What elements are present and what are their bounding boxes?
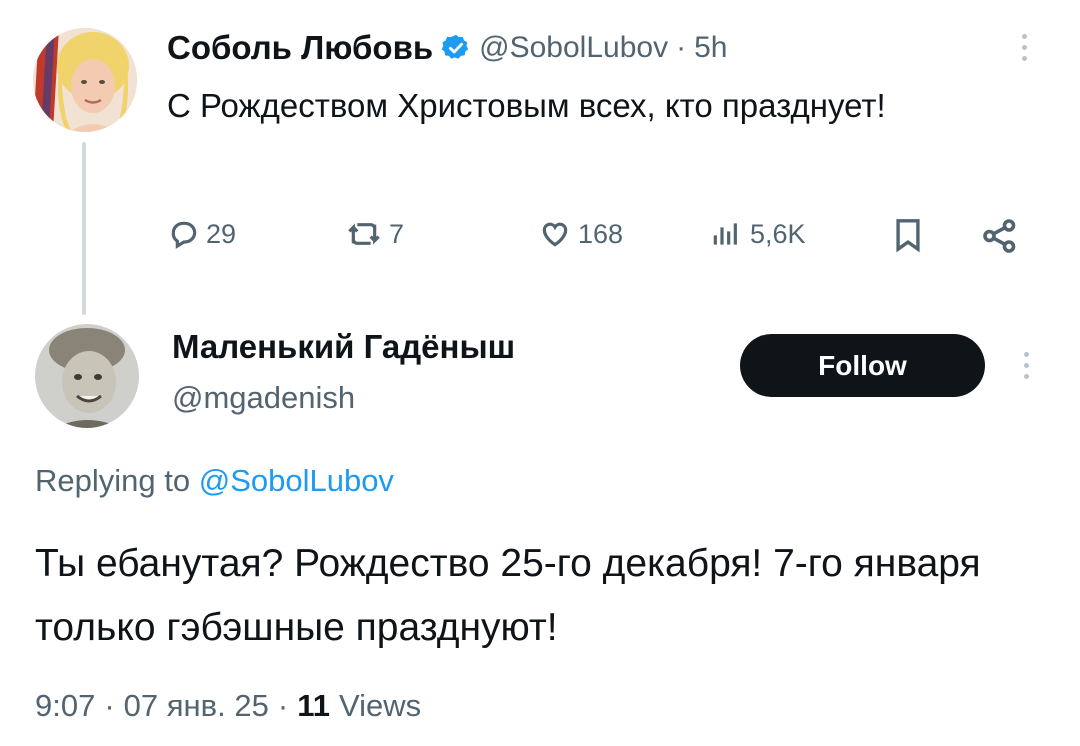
verified-badge-icon [441, 33, 471, 63]
views-action[interactable]: 5,6K [708, 218, 806, 250]
meta-separator: · [277, 688, 289, 723]
reply-author-name[interactable]: Маленький Гадёныш [172, 328, 515, 366]
heart-icon [542, 222, 568, 247]
bookmark-icon [896, 219, 920, 252]
meta-separator: · [104, 688, 115, 723]
reply-views-label: Views [338, 688, 422, 723]
reply-date[interactable]: 07 янв. 25 [124, 688, 269, 724]
reply-text: Ты ебанутая? Рождество 25-го декабря! 7-… [35, 542, 981, 649]
reply-more-options-icon[interactable] [1024, 352, 1029, 379]
bookmark-action[interactable] [893, 218, 923, 252]
replying-to: Replying to @SobolLubov [35, 463, 394, 499]
share-action[interactable] [980, 218, 1020, 254]
author-name[interactable]: Соболь Любовь [167, 29, 433, 67]
follow-button[interactable]: Follow [740, 334, 985, 397]
reply-count: 29 [206, 218, 237, 249]
like-action[interactable]: 168 [538, 218, 623, 250]
retweet-action[interactable]: 7 [345, 218, 404, 250]
author-handle[interactable]: @SobolLubov [479, 31, 668, 65]
reply-author-avatar[interactable] [35, 324, 139, 428]
tweet-time[interactable]: 5h [694, 31, 727, 65]
share-icon [983, 219, 1016, 253]
retweet-icon [348, 223, 380, 245]
replying-to-label: Replying to [35, 463, 191, 498]
replying-to-handle[interactable]: @SobolLubov [199, 463, 394, 498]
author-avatar[interactable] [33, 28, 137, 132]
retweet-count: 7 [389, 218, 405, 249]
like-count: 168 [578, 218, 624, 249]
views-chart-icon [713, 223, 737, 245]
reply-action[interactable]: 29 [168, 218, 236, 250]
tweet-text: С Рождеством Христовым всех, кто праздну… [167, 87, 886, 124]
reply-views-count: 11 [297, 688, 330, 723]
reply-meta: 9:07 · 07 янв. 25 · 11 Views [35, 688, 421, 724]
reply-author-handle[interactable]: @mgadenish [172, 380, 355, 416]
more-options-icon[interactable] [1022, 34, 1027, 61]
tweet-header: Соболь Любовь @SobolLubov · 5h [167, 26, 727, 70]
views-count: 5,6K [750, 218, 806, 249]
reply-icon [171, 221, 197, 249]
thread-line [82, 142, 86, 315]
reply-time[interactable]: 9:07 [35, 688, 95, 724]
header-separator: · [676, 31, 687, 64]
